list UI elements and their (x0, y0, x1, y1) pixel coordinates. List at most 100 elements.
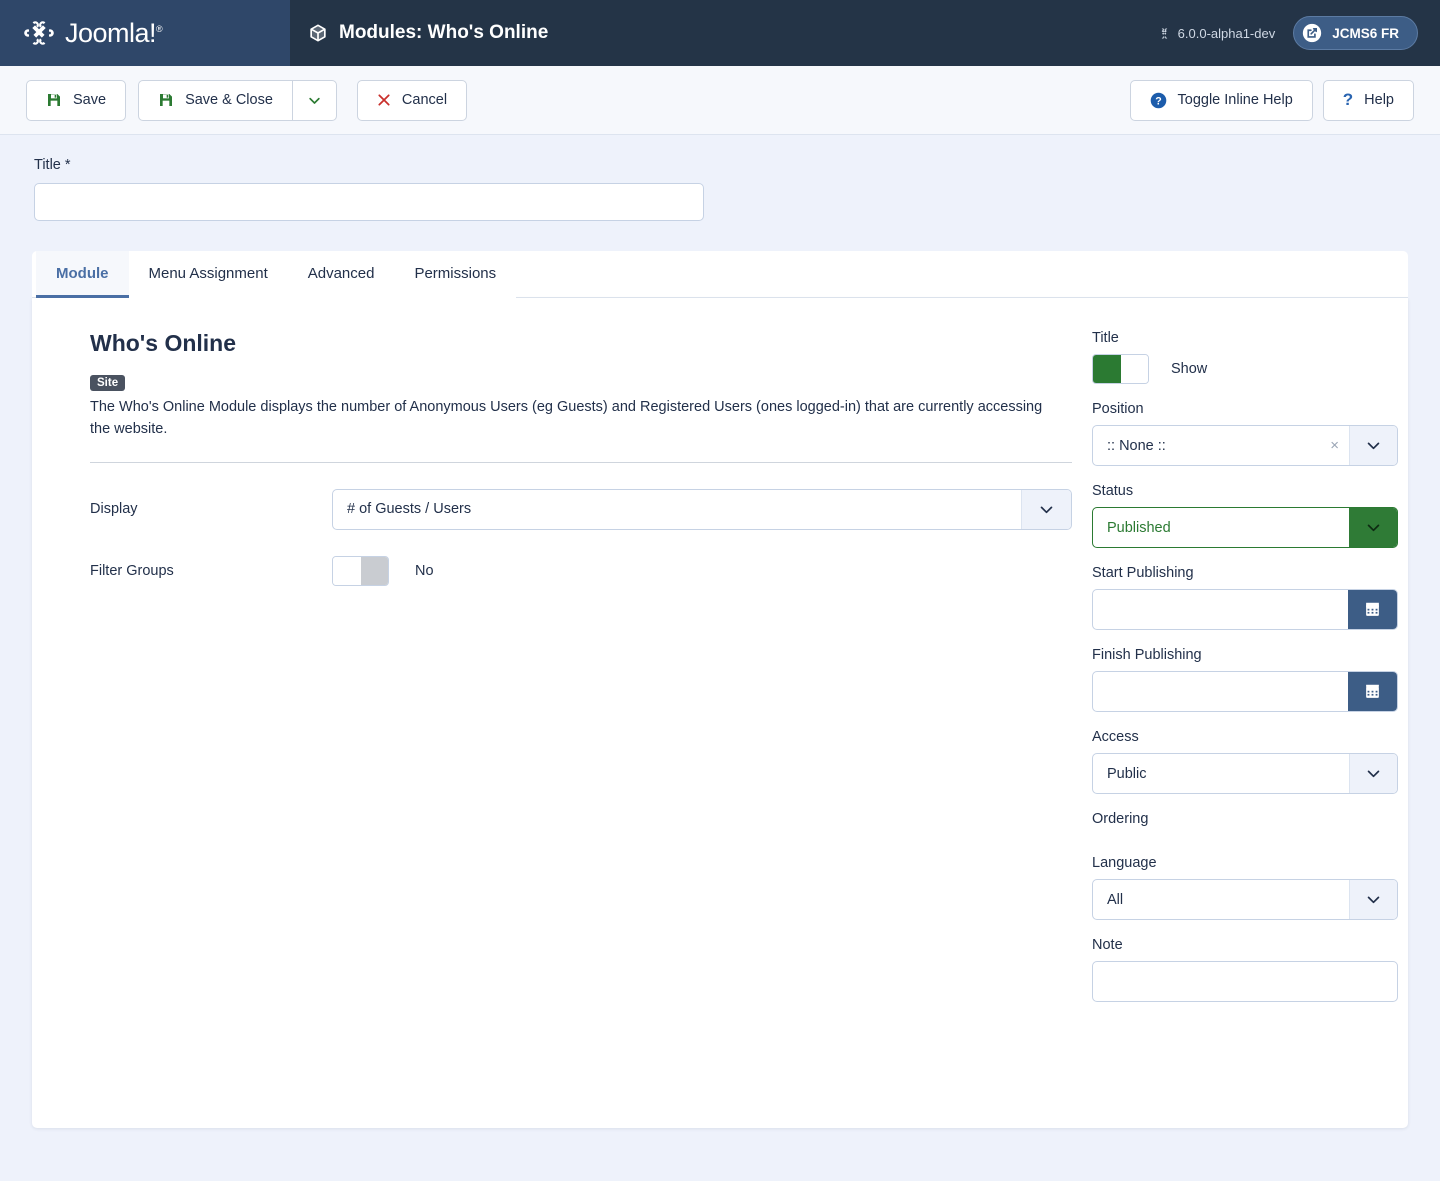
cancel-label: Cancel (401, 92, 448, 108)
calendar-icon[interactable] (1348, 672, 1397, 711)
language-value: All (1107, 891, 1124, 908)
section-divider (90, 461, 1072, 463)
display-value: # of Guests / Users (347, 501, 472, 517)
language-label: Language (1092, 855, 1157, 871)
header-main: Modules: Who's Online 6.0.0-alpha1-dev J… (290, 0, 1440, 66)
finish-publishing-control[interactable] (1092, 671, 1398, 712)
position-value: :: None :: (1107, 437, 1166, 454)
access-select[interactable]: Public (1092, 753, 1398, 794)
page-title: Modules: Who's Online (339, 22, 549, 43)
chevron-down-icon (1349, 426, 1397, 465)
toolbar: Save Save & Close Cancel ? Toggle Inline… (0, 66, 1440, 135)
tab-bar: Module Menu Assignment Advanced Permissi… (32, 251, 1408, 298)
position-label: Position (1092, 401, 1144, 417)
sidebar-title-toggle-row: Show (1092, 354, 1400, 384)
close-icon (378, 94, 390, 106)
display-field-row: Display # of Guests / Users (90, 488, 1072, 530)
module-sidebar-column: Title Show Position :: None :: × Status … (1092, 326, 1400, 1094)
filter-groups-toggle[interactable] (332, 555, 389, 586)
brand-label: Joomla!® (65, 17, 163, 48)
tab-permissions[interactable]: Permissions (394, 251, 517, 298)
help-circle-icon: ? (1150, 92, 1166, 108)
note-input[interactable] (1092, 961, 1398, 1002)
status-select[interactable]: Published (1092, 507, 1398, 548)
app-header: Joomla!® Modules: Who's Online 6.0.0-alp… (0, 0, 1440, 66)
module-edit-card: Who's Online Site The Who's Online Modul… (32, 298, 1408, 1128)
toggle-inline-help-button[interactable]: ? Toggle Inline Help (1129, 79, 1313, 121)
filter-groups-value: No (415, 562, 434, 579)
sidebar-note-field: Note (1092, 937, 1400, 1002)
page-title-wrap: Modules: Who's Online (308, 22, 548, 44)
position-select[interactable]: :: None :: × (1092, 425, 1398, 466)
display-label: Display (90, 501, 138, 517)
save-and-close-button[interactable]: Save & Close (138, 79, 293, 121)
editor-card-wrap: Module Menu Assignment Advanced Permissi… (32, 251, 1408, 1128)
joomla-logo[interactable]: Joomla!® (22, 16, 163, 50)
toggle-inline-help-label: Toggle Inline Help (1177, 92, 1293, 108)
show-title-toggle[interactable] (1092, 354, 1149, 384)
save-icon (48, 94, 60, 106)
toolbar-right: ? Toggle Inline Help ? Help (1129, 79, 1414, 121)
cancel-button[interactable]: Cancel (356, 79, 468, 121)
chevron-down-icon (1349, 880, 1397, 919)
svg-text:?: ? (1155, 95, 1161, 107)
header-right: 6.0.0-alpha1-dev JCMS6 FR (1158, 16, 1418, 50)
start-publishing-label: Start Publishing (1092, 565, 1194, 581)
sidebar-title-label: Title (1092, 330, 1119, 346)
visit-site-label: JCMS6 FR (1332, 25, 1399, 41)
tab-advanced[interactable]: Advanced (287, 251, 395, 298)
save-label: Save (73, 92, 107, 108)
tab-module[interactable]: Module (36, 251, 129, 298)
note-label: Note (1092, 937, 1123, 953)
tab-menu-assignment[interactable]: Menu Assignment (128, 251, 288, 298)
brand-area[interactable]: Joomla!® (0, 0, 290, 66)
access-value: Public (1107, 765, 1147, 782)
show-title-value: Show (1171, 361, 1208, 377)
ordering-label: Ordering (1092, 811, 1149, 827)
module-main-column: Who's Online Site The Who's Online Modul… (62, 326, 1092, 1094)
status-label: Status (1092, 483, 1134, 499)
finish-publishing-label: Finish Publishing (1092, 647, 1202, 663)
language-select[interactable]: All (1092, 879, 1398, 920)
sidebar-title-field: Title Show (1092, 330, 1400, 384)
title-input[interactable] (34, 183, 704, 221)
save-options-dropdown-button[interactable] (291, 79, 337, 121)
joomla-small-icon (1161, 27, 1167, 39)
version-info: 6.0.0-alpha1-dev (1158, 25, 1276, 41)
chevron-down-icon (1021, 489, 1071, 529)
save-button[interactable]: Save (26, 79, 127, 121)
filter-groups-field-row: Filter Groups No (90, 555, 1072, 586)
chevron-down-icon (309, 97, 320, 104)
sidebar-status-field: Status Published (1092, 483, 1400, 548)
start-publishing-control[interactable] (1092, 589, 1398, 630)
save-and-close-label: Save & Close (185, 92, 273, 108)
chevron-down-icon (1349, 754, 1397, 793)
display-select[interactable]: # of Guests / Users (332, 488, 1072, 530)
brand-trademark: ® (156, 23, 163, 34)
version-label: 6.0.0-alpha1-dev (1177, 25, 1276, 41)
access-label: Access (1092, 729, 1139, 745)
save-close-group: Save & Close (138, 79, 337, 121)
title-field-block: Title * (0, 135, 1440, 221)
clear-icon[interactable]: × (1330, 437, 1349, 454)
sidebar-access-field: Access Public (1092, 729, 1400, 794)
help-button[interactable]: ? Help (1322, 79, 1414, 121)
calendar-icon[interactable] (1348, 590, 1397, 629)
module-cube-icon (310, 24, 326, 42)
module-heading: Who's Online (90, 330, 237, 356)
visit-site-button[interactable]: JCMS6 FR (1293, 16, 1418, 50)
joomla-logo-icon (24, 21, 54, 45)
sidebar-ordering-field: Ordering (1092, 811, 1400, 827)
sidebar-position-field: Position :: None :: × (1092, 401, 1400, 466)
status-badge: Site (90, 375, 126, 391)
sidebar-finish-publishing-field: Finish Publishing (1092, 647, 1400, 712)
chevron-down-icon (1349, 508, 1397, 547)
module-description: The Who's Online Module displays the num… (90, 399, 1043, 437)
question-mark-icon: ? (1342, 90, 1354, 109)
external-link-icon (1303, 23, 1322, 43)
sidebar-start-publishing-field: Start Publishing (1092, 565, 1400, 630)
filter-groups-label: Filter Groups (90, 562, 174, 579)
title-field-label: Title * (34, 157, 71, 173)
save-icon (160, 94, 173, 106)
status-value: Published (1107, 519, 1171, 536)
